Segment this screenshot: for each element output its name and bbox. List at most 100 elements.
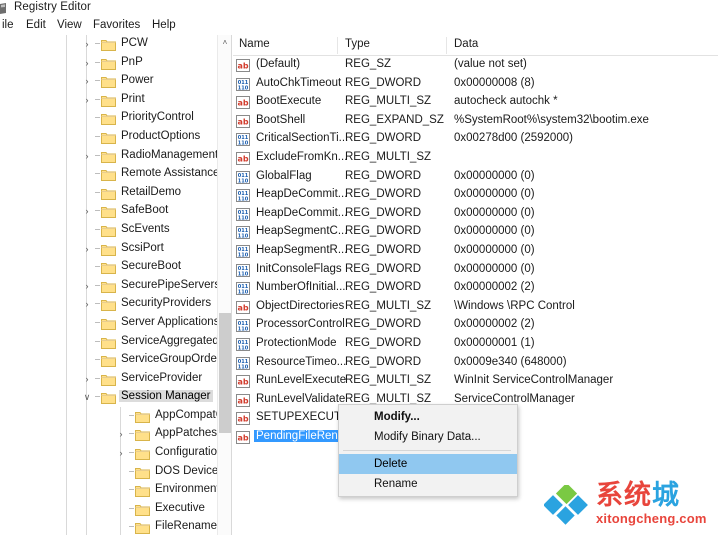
tree-guide-line [86,518,87,535]
menu-help[interactable]: Help [152,19,176,31]
chevron-right-icon[interactable]: › [82,58,92,68]
menu-edit[interactable]: Edit [26,19,46,31]
value-row[interactable]: 011110GlobalFlagREG_DWORD0x00000000 (0) [233,168,718,187]
value-row[interactable]: abBootExecuteREG_MULTI_SZautocheck autoc… [233,93,718,112]
tree-guide-line [66,165,67,184]
tree-item-print[interactable]: ›Print [0,91,218,110]
tree-item-serviceprovider[interactable]: ›ServiceProvider [0,370,218,389]
tree-connector-line [95,117,100,118]
tree-item-executive[interactable]: Executive [0,500,218,519]
context-menu-item-delete[interactable]: Delete [339,454,517,474]
tree-item-serviceaggregatedeven[interactable]: ServiceAggregatedEven [0,333,218,352]
tree-item-filerenameoperatio[interactable]: FileRenameOperatio [0,518,218,535]
value-row[interactable]: 011110HeapSegmentR...REG_DWORD0x00000000… [233,242,718,261]
value-row[interactable]: 011110HeapDeCommit...REG_DWORD0x00000000… [233,205,718,224]
column-header-data[interactable]: Data [454,38,478,50]
column-header-name[interactable]: Name [239,38,270,50]
tree-vertical-scrollbar[interactable]: ˄ [217,35,231,535]
value-row[interactable]: abRunLevelExecuteREG_MULTI_SZWinInit Ser… [233,372,718,391]
tree-item-server-applications[interactable]: Server Applications [0,314,218,333]
chevron-right-icon[interactable]: › [82,39,92,49]
svg-text:ab: ab [237,117,248,126]
string-value-icon: ab [236,375,250,388]
tree-connector-line [95,303,100,304]
tree-item-radiomanagement[interactable]: ›RadioManagement [0,147,218,166]
value-row[interactable]: 011110AutoChkTimeoutREG_DWORD0x00000008 … [233,75,718,94]
menu-file[interactable]: ile [2,19,14,31]
value-data: 0x0009e340 (648000) [454,356,567,368]
value-row[interactable]: 011110CriticalSectionTi...REG_DWORD0x002… [233,130,718,149]
tree-guide-line [86,221,87,240]
tree-item-pnp[interactable]: ›PnP [0,54,218,73]
tree-item-pcw[interactable]: ›PCW [0,35,218,54]
tree-item-retaildemo[interactable]: RetailDemo [0,184,218,203]
chevron-down-icon[interactable]: ∨ [82,392,92,402]
chevron-right-icon[interactable]: › [82,299,92,309]
tree-item-prioritycontrol[interactable]: PriorityControl [0,109,218,128]
value-row[interactable]: 011110ProtectionModeREG_DWORD0x00000001 … [233,335,718,354]
value-data: 0x00000008 (8) [454,77,535,89]
tree-guide-line [120,518,121,535]
folder-icon [101,38,116,51]
column-header-type[interactable]: Type [345,38,370,50]
value-row[interactable]: 011110ResourceTimeo...REG_DWORD0x0009e34… [233,354,718,373]
tree-item-scevents[interactable]: ScEvents [0,221,218,240]
svg-text:ab: ab [237,303,248,312]
tree-item-appcompatcache[interactable]: AppCompatCache [0,407,218,426]
folder-icon [135,447,150,460]
value-row[interactable]: abObjectDirectoriesREG_MULTI_SZ\Windows … [233,298,718,317]
dword-value-icon: 011110 [236,171,250,184]
value-name: RunLevelValidate [254,393,347,405]
tree-item-securityproviders[interactable]: ›SecurityProviders [0,295,218,314]
context-menu-item-rename[interactable]: Rename [339,474,517,494]
svg-text:ab: ab [237,378,248,387]
chevron-right-icon[interactable]: › [116,448,126,458]
menu-favorites[interactable]: Favorites [93,19,140,31]
value-row[interactable]: ab(Default)REG_SZ(value not set) [233,56,718,75]
tree-item-apppatches[interactable]: ›AppPatches [0,425,218,444]
menu-view[interactable]: View [57,19,82,31]
chevron-right-icon[interactable]: › [82,95,92,105]
tree-guide-line [66,240,67,259]
column-divider[interactable] [446,37,447,54]
chevron-right-icon[interactable]: › [82,244,92,254]
registry-key-tree[interactable]: ›PCW›PnP›Power›PrintPriorityControlProdu… [0,35,232,535]
tree-item-dos-devices[interactable]: DOS Devices [0,463,218,482]
tree-item-secureboot[interactable]: SecureBoot [0,258,218,277]
scroll-up-arrow-icon[interactable]: ˄ [218,35,232,50]
value-row[interactable]: abBootShellREG_EXPAND_SZ%SystemRoot%\sys… [233,112,718,131]
tree-item-safeboot[interactable]: ›SafeBoot [0,202,218,221]
chevron-right-icon[interactable]: › [82,206,92,216]
value-row[interactable]: abExcludeFromKn...REG_MULTI_SZ [233,149,718,168]
value-name: HeapSegmentC... [254,225,349,237]
chevron-right-icon[interactable]: › [82,76,92,86]
tree-item-servicegrouporder[interactable]: ServiceGroupOrder [0,351,218,370]
chevron-right-icon[interactable]: › [82,374,92,384]
tree-item-label: Executive [153,502,207,514]
tree-item-securepipeservers[interactable]: ›SecurePipeServers [0,277,218,296]
tree-item-session-manager[interactable]: ∨Session Manager [0,388,218,407]
chevron-right-icon[interactable]: › [116,429,126,439]
dword-value-icon: 011110 [236,133,250,146]
value-row[interactable]: 011110NumberOfInitial...REG_DWORD0x00000… [233,279,718,298]
context-menu-item-modify[interactable]: Modify... [339,407,517,427]
chevron-right-icon[interactable]: › [82,151,92,161]
context-menu-item-modify-binary-data[interactable]: Modify Binary Data... [339,427,517,447]
tree-item-scsiport[interactable]: ›ScsiPort [0,240,218,259]
tree-item-remote-assistance[interactable]: Remote Assistance [0,165,218,184]
tree-guide-line [86,184,87,203]
scrollbar-thumb[interactable] [219,313,231,433]
tree-item-productoptions[interactable]: ProductOptions [0,128,218,147]
value-row[interactable]: 011110InitConsoleFlagsREG_DWORD0x0000000… [233,261,718,280]
tree-item-label: DOS Devices [153,465,226,477]
column-divider[interactable] [337,37,338,54]
value-context-menu[interactable]: Modify...Modify Binary Data... DeleteRena… [338,404,518,497]
value-type: REG_DWORD [345,77,421,89]
value-row[interactable]: 011110ProcessorControlREG_DWORD0x0000000… [233,316,718,335]
chevron-right-icon[interactable]: › [82,281,92,291]
tree-item-environment[interactable]: Environment [0,481,218,500]
tree-item-power[interactable]: ›Power [0,72,218,91]
value-row[interactable]: 011110HeapDeCommit...REG_DWORD0x00000000… [233,186,718,205]
tree-item-configuration-mana[interactable]: ›Configuration Mana [0,444,218,463]
value-row[interactable]: 011110HeapSegmentC...REG_DWORD0x00000000… [233,223,718,242]
